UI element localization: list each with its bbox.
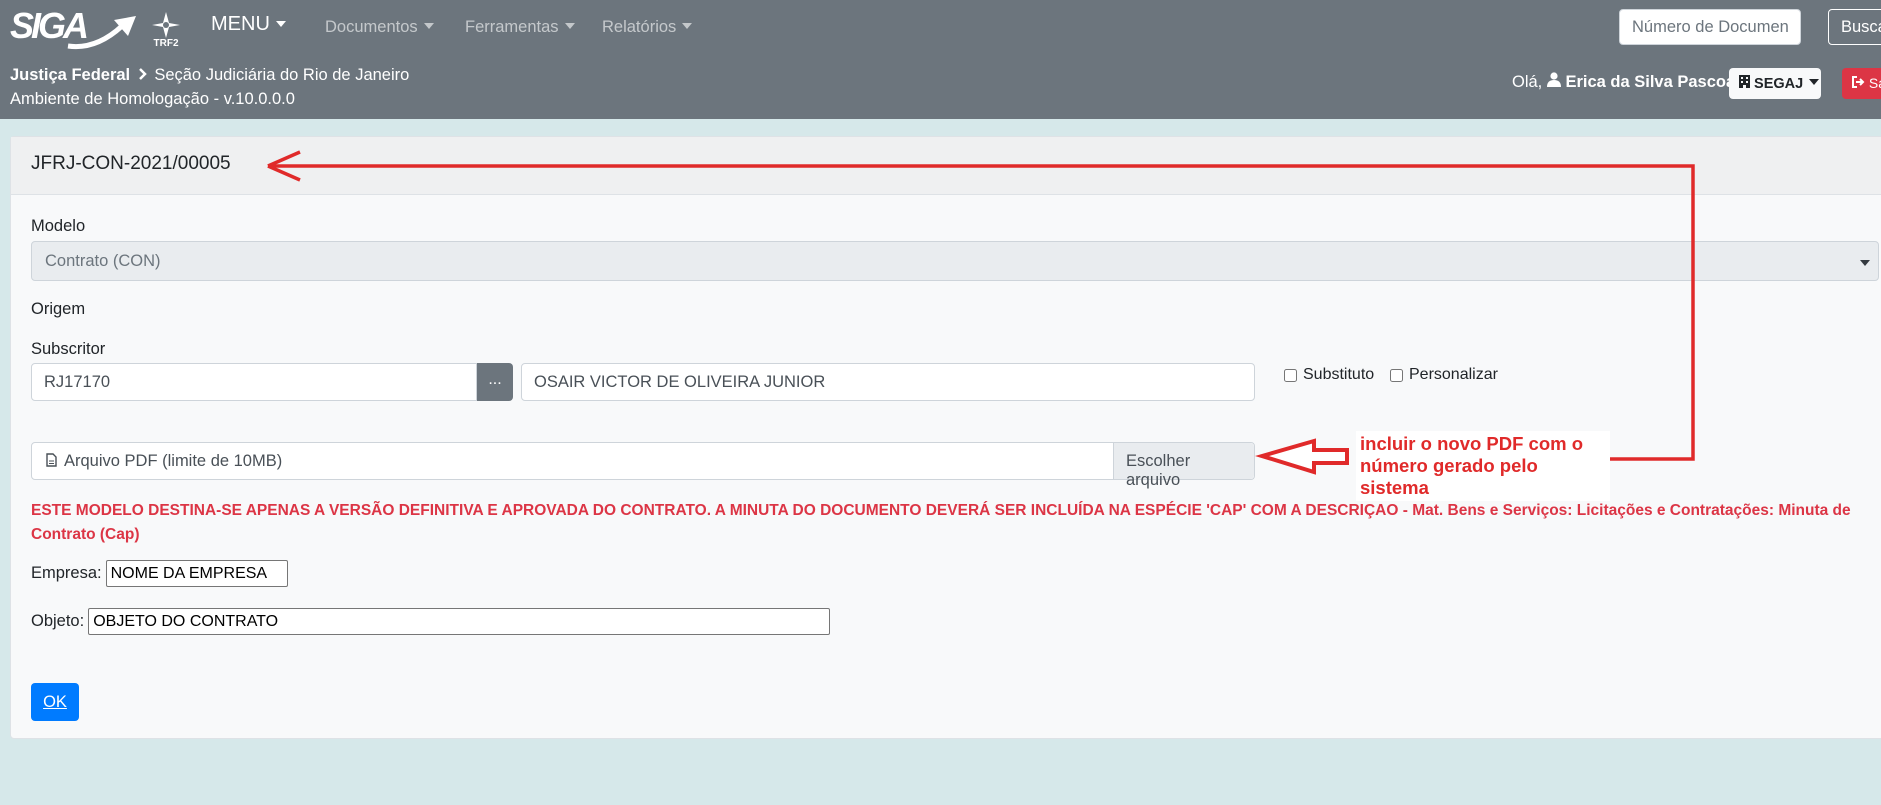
chevron-right-icon [138,68,147,80]
subscritor-name-value: OSAIR VICTOR DE OLIVEIRA JUNIOR [534,373,826,391]
breadcrumb: Justiça Federal Seção Judiciária do Rio … [10,66,409,85]
pdf-file-icon [46,453,57,467]
search-button[interactable]: Buscar [1828,9,1881,45]
nav-ferramentas[interactable]: Ferramentas [465,18,575,37]
pdf-file-input[interactable]: Arquivo PDF (limite de 10MB) Escolher ar… [31,442,1255,489]
user-greeting: Olá, Erica da Silva Pascoal [1512,72,1740,92]
building-icon [1739,75,1750,88]
nav-relatorios[interactable]: Relatórios [602,18,693,37]
empresa-label: Empresa: [31,564,102,582]
substituto-label: Substituto [1303,366,1375,383]
empresa-row: Empresa: [31,560,288,587]
substituto-option[interactable]: Substituto [1284,366,1374,384]
modelo-label: Modelo [31,217,86,235]
logo-arrow-icon [67,16,136,50]
chevron-down-icon [1860,260,1870,266]
nav-ferramentas-label: Ferramentas [465,18,559,36]
origem-label: Origem [31,300,86,318]
document-code: JFRJ-CON-2021/00005 [31,153,231,174]
nav-documentos-label: Documentos [325,18,418,36]
subscritor-lookup-button[interactable]: ... [477,363,513,401]
objeto-input[interactable] [88,608,831,635]
unit-label: SEGAJ [1754,76,1804,92]
subscritor-name-input[interactable]: OSAIR VICTOR DE OLIVEIRA JUNIOR [521,363,1255,401]
trf2-label: TRF2 [153,38,179,49]
environment-label: Ambiente de Homologação - v.10.0.0.0 [10,90,295,108]
trf2-logo: TRF2 [150,10,182,50]
siga-logo[interactable]: SIGA [10,4,136,50]
user-icon [1546,72,1561,87]
top-navbar: SIGA TRF2 MENU Documentos Ferramentas Re… [0,0,1881,119]
model-warning: ESTE MODELO DESTINA-SE APENAS A VERSÃO D… [31,502,1851,543]
personalizar-checkbox[interactable] [1390,368,1403,382]
subscritor-code-value: RJ17170 [44,373,111,391]
user-name: Erica da Silva Pascoal [1565,73,1740,91]
chevron-down-icon [682,23,693,29]
sign-out-icon [1852,76,1865,88]
modelo-select[interactable]: Contrato (CON) [31,241,1879,281]
breadcrumb-root: Justiça Federal [10,66,131,84]
logout-button[interactable]: Sair [1842,68,1881,99]
annotation-note: incluir o novo PDF com o número gerado p… [1356,431,1610,501]
choose-file-button[interactable]: Escolher arquivo [1113,443,1254,489]
main-menu-toggle[interactable]: MENU [211,13,286,36]
chevron-down-icon [423,23,434,29]
personalizar-option[interactable]: Personalizar [1390,366,1498,384]
objeto-row: Objeto: [31,608,831,635]
card-header: JFRJ-CON-2021/00005 [11,137,1881,195]
subscritor-label: Subscritor [31,340,106,358]
personalizar-label: Personalizar [1409,366,1498,383]
subscritor-code-input[interactable]: RJ17170 [31,363,477,401]
modelo-value: Contrato (CON) [45,252,161,270]
substituto-checkbox[interactable] [1284,368,1297,382]
ok-button[interactable]: OK [31,683,79,721]
trf2-star-icon [152,12,180,38]
pdf-file-label: Arquivo PDF (limite de 10MB) [64,452,283,470]
nav-relatorios-label: Relatórios [602,18,677,36]
nav-documentos[interactable]: Documentos [325,18,434,37]
document-number-search-input[interactable] [1619,9,1801,45]
objeto-label: Objeto: [31,612,85,630]
breadcrumb-section: Seção Judiciária do Rio de Janeiro [154,66,410,84]
main-menu-label: MENU [211,13,270,35]
empresa-input[interactable] [105,560,288,587]
chevron-down-icon [1809,79,1820,85]
greeting-text: Olá, [1512,73,1543,91]
unit-dropdown[interactable]: SEGAJ [1729,68,1821,99]
logout-label: Sair [1868,75,1881,91]
chevron-down-icon [275,21,286,27]
chevron-down-icon [564,23,575,29]
